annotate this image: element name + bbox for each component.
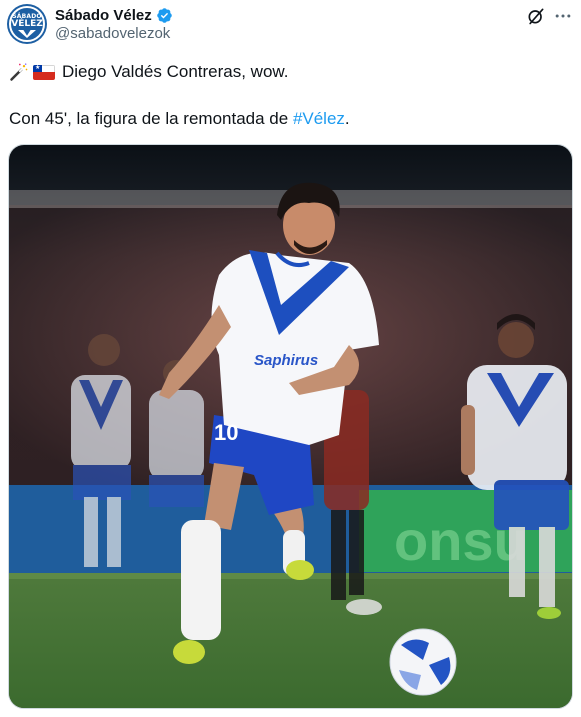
post-text-line-2-suffix: . bbox=[344, 109, 350, 128]
post-text-line-1: ★ Diego Valdés Contreras, wow. bbox=[9, 60, 288, 84]
avatar-text-main: VÉLEZ bbox=[11, 19, 43, 29]
post-image[interactable]: onsu Saphirus 10 bbox=[8, 144, 573, 709]
verified-badge-icon bbox=[156, 7, 172, 23]
magic-wand-icon bbox=[10, 63, 28, 81]
shorts-number: 10 bbox=[214, 420, 238, 445]
post-text-line-2-prefix: Con 45', la figura de la remontada de bbox=[9, 109, 293, 128]
more-options-icon[interactable] bbox=[553, 6, 573, 26]
post-card[interactable]: SÁBADO VÉLEZ Sábado Vélez @sabadovelezok bbox=[0, 0, 581, 717]
post-text-line-2: Con 45', la figura de la remontada de #V… bbox=[9, 107, 350, 131]
football bbox=[389, 628, 457, 696]
display-name[interactable]: Sábado Vélez bbox=[55, 7, 152, 24]
post-text-line-1-content: Diego Valdés Contreras, wow. bbox=[62, 62, 289, 81]
author-name-row[interactable]: Sábado Vélez bbox=[55, 5, 173, 25]
football-photo: onsu Saphirus 10 bbox=[9, 145, 572, 708]
avatar[interactable]: SÁBADO VÉLEZ bbox=[7, 4, 47, 44]
shirt-sponsor: Saphirus bbox=[254, 352, 318, 369]
grok-icon[interactable] bbox=[526, 6, 546, 26]
chile-flag-icon: ★ bbox=[33, 64, 55, 80]
hashtag-link[interactable]: #Vélez bbox=[293, 109, 345, 129]
author-handle[interactable]: @sabadovelezok bbox=[55, 25, 170, 42]
